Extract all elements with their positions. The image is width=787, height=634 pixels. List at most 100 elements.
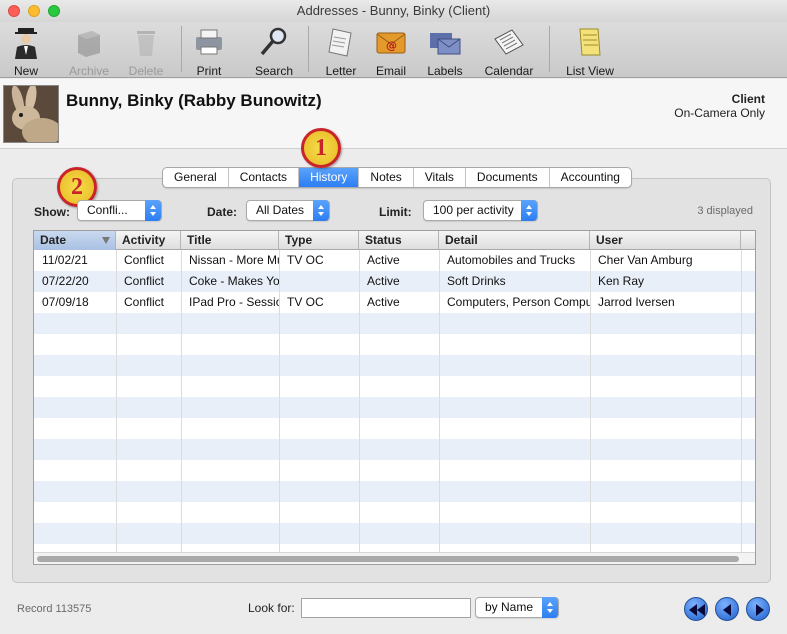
labels-button[interactable]: Labels xyxy=(422,22,468,78)
horizontal-scrollbar[interactable] xyxy=(34,552,755,564)
letter-icon xyxy=(328,28,352,57)
archive-label: Archive xyxy=(68,64,109,78)
archive-box-icon xyxy=(78,31,100,57)
column-header-title[interactable]: Title xyxy=(181,231,279,250)
search-label: Search xyxy=(254,64,294,78)
rabbit-photo xyxy=(4,86,58,142)
popup-arrows-icon xyxy=(145,200,161,221)
close-window-button[interactable] xyxy=(8,5,20,17)
print-button[interactable]: Print xyxy=(188,22,230,78)
minimize-window-button[interactable] xyxy=(28,5,40,17)
magnifier-icon xyxy=(260,27,287,56)
toolbar: New Archive Delete Print Search Letter @… xyxy=(0,22,787,78)
toolbar-separator xyxy=(549,26,550,72)
contact-photo xyxy=(3,85,59,143)
cell-type xyxy=(279,271,359,292)
table-header: Date Activity Title Type Status Detail U… xyxy=(34,231,755,250)
displayed-count: 3 displayed xyxy=(697,205,753,217)
column-header-status[interactable]: Status xyxy=(359,231,439,250)
show-value: Confli... xyxy=(87,203,128,217)
cell-status: Active xyxy=(367,274,400,288)
tab-documents[interactable]: Documents xyxy=(466,168,550,187)
list-view-button[interactable]: List View xyxy=(562,22,618,78)
cell-activity: Conflict xyxy=(124,253,165,267)
date-label: Date: xyxy=(207,205,238,219)
cell-title: IPad Pro - Sessio xyxy=(189,295,279,309)
show-select[interactable]: Confli... xyxy=(77,200,162,221)
contact-type: Client xyxy=(731,92,765,106)
look-for-by-select[interactable]: by Name xyxy=(475,597,559,618)
cell-detail: Computers, Person Compu xyxy=(447,295,590,309)
limit-select[interactable]: 100 per activity xyxy=(423,200,538,221)
cell-type: TV OC xyxy=(287,253,324,267)
archive-button[interactable]: Archive xyxy=(66,22,112,78)
print-label: Print xyxy=(196,64,222,78)
email-label: Email xyxy=(375,64,406,78)
letter-button[interactable]: Letter xyxy=(320,22,362,78)
popup-arrows-icon xyxy=(542,597,558,618)
show-label: Show: xyxy=(34,205,70,219)
column-header-detail[interactable]: Detail xyxy=(439,231,590,250)
cell-activity: Conflict xyxy=(124,295,165,309)
look-for-input[interactable] xyxy=(301,598,471,618)
limit-value: 100 per activity xyxy=(433,203,514,217)
previous-record-button[interactable] xyxy=(715,597,739,621)
date-select[interactable]: All Dates xyxy=(246,200,330,221)
history-table[interactable]: Date Activity Title Type Status Detail U… xyxy=(33,230,756,565)
first-record-button[interactable] xyxy=(684,597,708,621)
window-title: Addresses - Bunny, Binky (Client) xyxy=(296,3,491,18)
new-button[interactable]: New xyxy=(6,22,46,78)
previous-icon xyxy=(723,604,731,616)
title-bar: Addresses - Bunny, Binky (Client) xyxy=(0,0,787,22)
search-button[interactable]: Search xyxy=(252,22,296,78)
tab-vitals[interactable]: Vitals xyxy=(414,168,466,187)
printer-icon xyxy=(196,29,222,55)
next-record-button[interactable] xyxy=(746,597,770,621)
cell-user: Cher Van Amburg xyxy=(598,253,693,267)
contact-category: On-Camera Only xyxy=(674,106,765,120)
sort-descending-icon xyxy=(102,237,110,244)
column-header-date[interactable]: Date xyxy=(34,231,116,250)
email-icon: @ xyxy=(376,32,406,54)
delete-label: Delete xyxy=(128,64,164,78)
rewind-icon xyxy=(689,604,705,616)
email-button[interactable]: @ Email xyxy=(370,22,412,78)
notepad-icon xyxy=(579,28,601,56)
cell-date: 07/22/20 xyxy=(42,274,89,288)
toolbar-separator xyxy=(181,26,182,72)
letter-label: Letter xyxy=(325,64,357,78)
cell-status: Active xyxy=(367,253,400,267)
date-value: All Dates xyxy=(256,203,305,217)
limit-label: Limit: xyxy=(379,205,412,219)
cell-activity: Conflict xyxy=(124,274,165,288)
look-for-label: Look for: xyxy=(248,601,295,615)
labels-label: Labels xyxy=(427,64,463,78)
tab-contacts[interactable]: Contacts xyxy=(229,168,300,187)
popup-arrows-icon xyxy=(313,200,329,221)
record-number: Record 113575 xyxy=(17,603,92,615)
new-label: New xyxy=(13,64,38,78)
cell-date: 11/02/21 xyxy=(42,253,88,267)
zoom-window-button[interactable] xyxy=(48,5,60,17)
tab-bar: General Contacts History Notes Vitals Do… xyxy=(162,167,632,188)
tab-general[interactable]: General xyxy=(163,168,229,187)
column-header-type[interactable]: Type xyxy=(279,231,359,250)
tab-notes[interactable]: Notes xyxy=(359,168,414,187)
next-icon xyxy=(756,604,764,616)
column-header-user[interactable]: User xyxy=(590,231,741,250)
tab-accounting[interactable]: Accounting xyxy=(550,168,631,187)
delete-button[interactable]: Delete xyxy=(125,22,167,78)
cell-detail: Automobiles and Trucks xyxy=(447,253,576,267)
cell-title: Coke - Makes Yo xyxy=(189,274,279,288)
calendar-button[interactable]: Calendar xyxy=(484,22,534,78)
envelopes-icon xyxy=(430,33,461,55)
tab-history[interactable]: History xyxy=(299,168,360,187)
contact-name: Bunny, Binky (Rabby Bunowitz) xyxy=(66,91,322,110)
scrollbar-thumb[interactable] xyxy=(37,556,739,562)
cell-user: Jarrod Iversen xyxy=(598,295,675,309)
column-header-activity[interactable]: Activity xyxy=(116,231,181,250)
cell-type: TV OC xyxy=(287,295,324,309)
person-icon xyxy=(15,28,37,59)
list-view-label: List View xyxy=(566,64,614,78)
cell-date: 07/09/18 xyxy=(42,295,89,309)
